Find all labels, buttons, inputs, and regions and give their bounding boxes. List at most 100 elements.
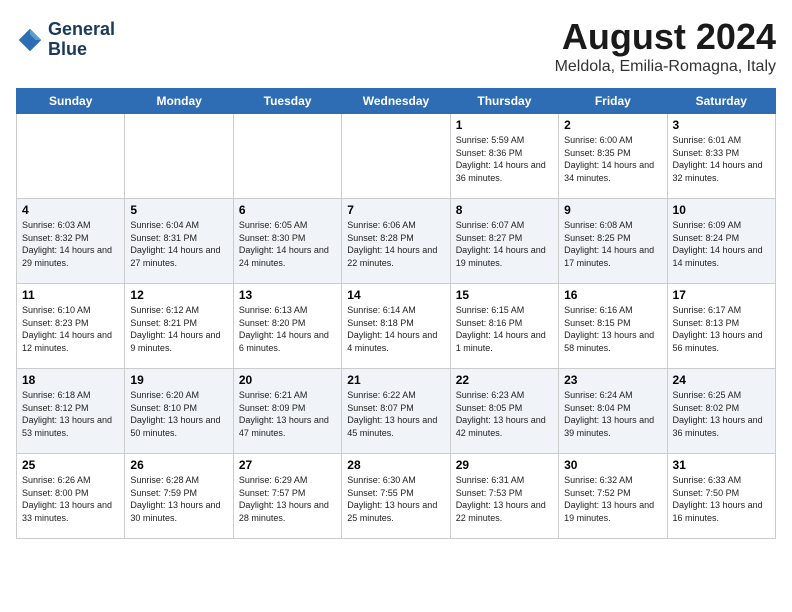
calendar-cell: 25Sunrise: 6:26 AM Sunset: 8:00 PM Dayli…: [17, 454, 125, 539]
calendar-cell: 18 Sunrise: 6:18 AM Sunset: 8:12 PM Dayli…: [17, 369, 125, 454]
day-info: Sunrise: 6:10 AM Sunset: 8:23 PM Dayligh…: [22, 304, 119, 354]
calendar-week-row: 11 Sunrise: 6:10 AM Sunset: 8:23 PM Dayli…: [17, 284, 776, 369]
day-number: 14: [347, 288, 444, 302]
logo-line2: Blue: [48, 40, 115, 60]
logo-icon: [16, 26, 44, 54]
day-number: 3: [673, 118, 770, 132]
calendar-cell: 24Sunrise: 6:25 AM Sunset: 8:02 PM Dayli…: [667, 369, 775, 454]
calendar-week-row: 25Sunrise: 6:26 AM Sunset: 8:00 PM Dayli…: [17, 454, 776, 539]
day-info: Sunrise: 6:23 AM Sunset: 8:05 PM Dayligh…: [456, 389, 553, 439]
calendar-cell: 14 Sunrise: 6:14 AM Sunset: 8:18 PM Dayli…: [342, 284, 450, 369]
calendar-cell: 31Sunrise: 6:33 AM Sunset: 7:50 PM Dayli…: [667, 454, 775, 539]
day-number: 4: [22, 203, 119, 217]
calendar-cell: 22Sunrise: 6:23 AM Sunset: 8:05 PM Dayli…: [450, 369, 558, 454]
calendar-body: 1 Sunrise: 5:59 AM Sunset: 8:36 PM Daylig…: [17, 114, 776, 539]
day-number: 15: [456, 288, 553, 302]
calendar-cell: 23 Sunrise: 6:24 AM Sunset: 8:04 PM Dayli…: [559, 369, 667, 454]
calendar-cell: 16 Sunrise: 6:16 AM Sunset: 8:15 PM Dayli…: [559, 284, 667, 369]
day-number: 21: [347, 373, 444, 387]
calendar-cell: 29 Sunrise: 6:31 AM Sunset: 7:53 PM Dayli…: [450, 454, 558, 539]
day-info: Sunrise: 6:30 AM Sunset: 7:55 PM Dayligh…: [347, 474, 444, 524]
day-number: 1: [456, 118, 553, 132]
calendar-cell: 11 Sunrise: 6:10 AM Sunset: 8:23 PM Dayli…: [17, 284, 125, 369]
calendar-week-row: 18 Sunrise: 6:18 AM Sunset: 8:12 PM Dayli…: [17, 369, 776, 454]
day-number: 19: [130, 373, 227, 387]
calendar-week-row: 1 Sunrise: 5:59 AM Sunset: 8:36 PM Daylig…: [17, 114, 776, 199]
page-title: August 2024: [555, 16, 776, 58]
logo: General Blue: [16, 20, 115, 60]
calendar-cell: [17, 114, 125, 199]
day-number: 31: [673, 458, 770, 472]
day-number: 23: [564, 373, 661, 387]
day-info: Sunrise: 6:08 AM Sunset: 8:25 PM Dayligh…: [564, 219, 661, 269]
calendar-cell: 30 Sunrise: 6:32 AM Sunset: 7:52 PM Dayli…: [559, 454, 667, 539]
day-number: 16: [564, 288, 661, 302]
day-info: Sunrise: 6:06 AM Sunset: 8:28 PM Dayligh…: [347, 219, 444, 269]
day-info: Sunrise: 5:59 AM Sunset: 8:36 PM Dayligh…: [456, 134, 553, 184]
day-header: Monday: [125, 89, 233, 114]
logo-line1: General: [48, 20, 115, 40]
day-number: 2: [564, 118, 661, 132]
calendar-header-row: SundayMondayTuesdayWednesdayThursdayFrid…: [17, 89, 776, 114]
day-number: 17: [673, 288, 770, 302]
calendar-cell: 4 Sunrise: 6:03 AM Sunset: 8:32 PM Daylig…: [17, 199, 125, 284]
day-info: Sunrise: 6:17 AM Sunset: 8:13 PM Dayligh…: [673, 304, 770, 354]
calendar-cell: 9 Sunrise: 6:08 AM Sunset: 8:25 PM Daylig…: [559, 199, 667, 284]
calendar-cell: 28 Sunrise: 6:30 AM Sunset: 7:55 PM Dayli…: [342, 454, 450, 539]
day-number: 28: [347, 458, 444, 472]
day-header: Tuesday: [233, 89, 341, 114]
day-info: Sunrise: 6:05 AM Sunset: 8:30 PM Dayligh…: [239, 219, 336, 269]
day-header: Wednesday: [342, 89, 450, 114]
day-number: 6: [239, 203, 336, 217]
day-number: 11: [22, 288, 119, 302]
day-info: Sunrise: 6:03 AM Sunset: 8:32 PM Dayligh…: [22, 219, 119, 269]
day-info: Sunrise: 6:31 AM Sunset: 7:53 PM Dayligh…: [456, 474, 553, 524]
day-number: 27: [239, 458, 336, 472]
day-info: Sunrise: 6:13 AM Sunset: 8:20 PM Dayligh…: [239, 304, 336, 354]
day-number: 10: [673, 203, 770, 217]
calendar-cell: 12Sunrise: 6:12 AM Sunset: 8:21 PM Dayli…: [125, 284, 233, 369]
day-info: Sunrise: 6:32 AM Sunset: 7:52 PM Dayligh…: [564, 474, 661, 524]
day-number: 8: [456, 203, 553, 217]
calendar-cell: 13Sunrise: 6:13 AM Sunset: 8:20 PM Dayli…: [233, 284, 341, 369]
calendar-cell: 5 Sunrise: 6:04 AM Sunset: 8:31 PM Daylig…: [125, 199, 233, 284]
calendar-cell: 15Sunrise: 6:15 AM Sunset: 8:16 PM Dayli…: [450, 284, 558, 369]
page-subtitle: Meldola, Emilia-Romagna, Italy: [555, 58, 776, 76]
day-header: Thursday: [450, 89, 558, 114]
day-number: 9: [564, 203, 661, 217]
calendar-cell: 3 Sunrise: 6:01 AM Sunset: 8:33 PM Daylig…: [667, 114, 775, 199]
calendar-cell: 26Sunrise: 6:28 AM Sunset: 7:59 PM Dayli…: [125, 454, 233, 539]
calendar-cell: 1 Sunrise: 5:59 AM Sunset: 8:36 PM Daylig…: [450, 114, 558, 199]
day-number: 18: [22, 373, 119, 387]
day-info: Sunrise: 6:07 AM Sunset: 8:27 PM Dayligh…: [456, 219, 553, 269]
day-header: Friday: [559, 89, 667, 114]
calendar-cell: [342, 114, 450, 199]
calendar-week-row: 4 Sunrise: 6:03 AM Sunset: 8:32 PM Daylig…: [17, 199, 776, 284]
calendar-cell: 27 Sunrise: 6:29 AM Sunset: 7:57 PM Dayli…: [233, 454, 341, 539]
calendar-cell: 7Sunrise: 6:06 AM Sunset: 8:28 PM Daylig…: [342, 199, 450, 284]
calendar-cell: 10 Sunrise: 6:09 AM Sunset: 8:24 PM Dayli…: [667, 199, 775, 284]
day-info: Sunrise: 6:21 AM Sunset: 8:09 PM Dayligh…: [239, 389, 336, 439]
day-info: Sunrise: 6:00 AM Sunset: 8:35 PM Dayligh…: [564, 134, 661, 184]
day-header: Saturday: [667, 89, 775, 114]
day-number: 20: [239, 373, 336, 387]
day-number: 26: [130, 458, 227, 472]
day-number: 5: [130, 203, 227, 217]
day-info: Sunrise: 6:18 AM Sunset: 8:12 PM Dayligh…: [22, 389, 119, 439]
day-number: 12: [130, 288, 227, 302]
day-info: Sunrise: 6:24 AM Sunset: 8:04 PM Dayligh…: [564, 389, 661, 439]
day-info: Sunrise: 6:09 AM Sunset: 8:24 PM Dayligh…: [673, 219, 770, 269]
day-number: 29: [456, 458, 553, 472]
day-info: Sunrise: 6:26 AM Sunset: 8:00 PM Dayligh…: [22, 474, 119, 524]
calendar-cell: 17 Sunrise: 6:17 AM Sunset: 8:13 PM Dayli…: [667, 284, 775, 369]
day-header: Sunday: [17, 89, 125, 114]
title-block: August 2024 Meldola, Emilia-Romagna, Ita…: [555, 16, 776, 76]
day-info: Sunrise: 6:01 AM Sunset: 8:33 PM Dayligh…: [673, 134, 770, 184]
calendar-cell: 20 Sunrise: 6:21 AM Sunset: 8:09 PM Dayli…: [233, 369, 341, 454]
day-info: Sunrise: 6:16 AM Sunset: 8:15 PM Dayligh…: [564, 304, 661, 354]
day-info: Sunrise: 6:29 AM Sunset: 7:57 PM Dayligh…: [239, 474, 336, 524]
day-info: Sunrise: 6:04 AM Sunset: 8:31 PM Dayligh…: [130, 219, 227, 269]
day-info: Sunrise: 6:14 AM Sunset: 8:18 PM Dayligh…: [347, 304, 444, 354]
day-info: Sunrise: 6:25 AM Sunset: 8:02 PM Dayligh…: [673, 389, 770, 439]
day-number: 30: [564, 458, 661, 472]
